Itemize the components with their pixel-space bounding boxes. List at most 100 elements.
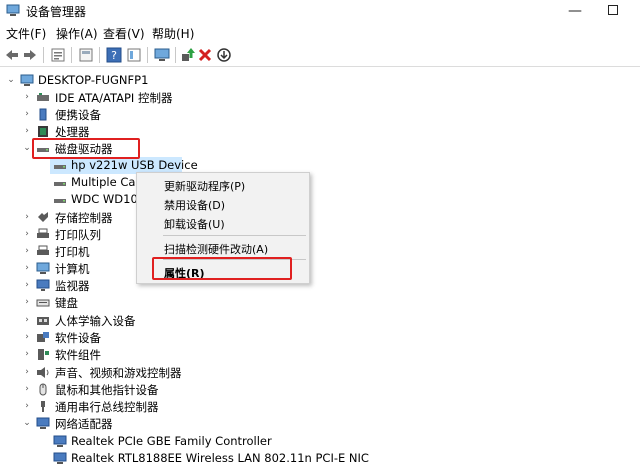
tree-item-mouse[interactable]: › 鼠标和其他指针设备 xyxy=(0,381,640,398)
chevron-right-icon[interactable]: › xyxy=(22,297,32,307)
tree-item-realtek-wireless[interactable]: Realtek RTL8188EE Wireless LAN 802.11n P… xyxy=(50,450,369,465)
tree-item-label: 打印队列 xyxy=(55,228,101,242)
back-arrow-icon[interactable] xyxy=(3,46,21,64)
highlight-box-disk-drives xyxy=(32,138,140,159)
menu-file[interactable]: 文件(F) xyxy=(6,25,46,42)
chevron-right-icon[interactable]: › xyxy=(22,92,32,102)
storage-controller-icon xyxy=(38,212,48,222)
chevron-right-icon[interactable]: › xyxy=(22,212,32,222)
tree-item-sound[interactable]: › 声音、视频和游戏控制器 xyxy=(0,364,640,381)
view-icon[interactable] xyxy=(77,46,95,64)
chevron-right-icon[interactable]: › xyxy=(22,367,32,377)
title-bar: 设备管理器 — xyxy=(0,0,640,22)
network-adapter-icon xyxy=(53,435,67,447)
tree-item-portable[interactable]: › 便携设备 xyxy=(0,106,640,123)
portable-device-icon xyxy=(39,108,47,121)
panel-icon[interactable] xyxy=(125,46,143,64)
menu-item-scan-hardware[interactable]: 扫描检测硬件改动(A) xyxy=(164,241,268,257)
tree-item-wdc[interactable]: WDC WD10S xyxy=(50,191,145,208)
keyboard-icon xyxy=(36,299,50,307)
menu-view[interactable]: 查看(V) xyxy=(103,25,145,42)
software-component-icon xyxy=(38,349,49,360)
menu-separator xyxy=(163,235,306,236)
chevron-right-icon[interactable]: › xyxy=(22,349,32,359)
mouse-icon xyxy=(39,383,47,396)
chevron-right-icon[interactable]: › xyxy=(22,332,32,342)
chevron-down-icon[interactable]: ⌄ xyxy=(22,143,32,153)
properties-icon[interactable] xyxy=(49,46,67,64)
tree-item-computer[interactable]: › 计算机 xyxy=(0,260,640,277)
svg-text:?: ? xyxy=(111,49,117,62)
tree-item-label: 打印机 xyxy=(55,245,90,259)
tree-item-software-components[interactable]: › 软件组件 xyxy=(0,346,640,363)
tree-item-ide[interactable]: › IDE ATA/ATAPI 控制器 xyxy=(0,89,640,106)
processor-icon xyxy=(38,126,48,137)
printer-icon xyxy=(37,228,49,238)
software-device-icon xyxy=(37,332,49,342)
forward-arrow-icon[interactable] xyxy=(21,46,39,64)
chevron-right-icon[interactable]: › xyxy=(22,280,32,290)
menu-item-update-driver[interactable]: 更新驱动程序(P) xyxy=(164,178,245,194)
update-driver-icon[interactable] xyxy=(179,46,197,64)
network-adapter-icon xyxy=(36,417,50,429)
menu-action[interactable]: 操作(A) xyxy=(56,25,98,42)
tree-item-monitors[interactable]: › 监视器 xyxy=(0,277,640,294)
menu-bar: 文件(F) 操作(A) 查看(V) 帮助(H) xyxy=(0,22,640,42)
toolbar-separator xyxy=(99,47,100,63)
chevron-right-icon[interactable]: › xyxy=(22,246,32,256)
printer-icon xyxy=(37,245,49,255)
chevron-right-icon[interactable]: › xyxy=(22,401,32,411)
disk-drive-icon xyxy=(54,182,66,186)
help-icon[interactable]: ? xyxy=(105,46,123,64)
scan-icon[interactable] xyxy=(215,46,233,64)
tree-item-hid[interactable]: › 人体学输入设备 xyxy=(0,312,640,329)
chevron-right-icon[interactable]: › xyxy=(22,263,32,273)
tree-item-realtek-gbe[interactable]: Realtek PCIe GBE Family Controller xyxy=(50,433,272,450)
menu-help[interactable]: 帮助(H) xyxy=(152,25,194,42)
tree-root[interactable]: ⌄ DESKTOP-FUGNFP1 xyxy=(0,72,640,89)
menu-item-disable-device[interactable]: 禁用设备(D) xyxy=(164,197,225,213)
tree-item-label: 监视器 xyxy=(55,279,90,293)
monitor-icon[interactable] xyxy=(153,46,171,64)
tree-item-label: 软件设备 xyxy=(55,331,101,345)
tree-item-storage-controllers[interactable]: › 存储控制器 xyxy=(0,209,640,226)
tree-item-label: 人体学输入设备 xyxy=(55,314,136,328)
menu-item-uninstall-device[interactable]: 卸载设备(U) xyxy=(164,216,225,232)
tree-item-multiple-card[interactable]: Multiple Card xyxy=(50,174,147,191)
toolbar-separator xyxy=(43,47,44,63)
tree-item-printers[interactable]: › 打印机 xyxy=(0,243,640,260)
maximize-icon xyxy=(608,5,618,15)
chevron-right-icon[interactable]: › xyxy=(22,126,32,136)
tree-item-print-queue[interactable]: › 打印队列 xyxy=(0,226,640,243)
highlight-box-properties xyxy=(152,257,292,280)
disk-drive-icon xyxy=(54,199,66,203)
tree-item-keyboards[interactable]: › 键盘 xyxy=(0,294,640,311)
tree-item-label: IDE ATA/ATAPI 控制器 xyxy=(55,91,173,105)
tree-item-label: hp v221w USB Device xyxy=(71,158,198,172)
tree-root-label: DESKTOP-FUGNFP1 xyxy=(38,73,149,87)
chevron-down-icon[interactable]: ⌄ xyxy=(22,418,32,428)
ide-controller-icon xyxy=(37,93,49,101)
tree-item-usb[interactable]: › 通用串行总线控制器 xyxy=(0,398,640,415)
chevron-down-icon[interactable]: ⌄ xyxy=(6,75,16,85)
maximize-button[interactable] xyxy=(598,0,628,22)
monitor-icon xyxy=(36,279,50,291)
chevron-right-icon[interactable]: › xyxy=(22,229,32,239)
toolbar: ? xyxy=(0,43,640,67)
tree-item-label: 便携设备 xyxy=(55,108,101,122)
uninstall-icon[interactable] xyxy=(196,46,214,64)
tree-item-network[interactable]: ⌄ 网络适配器 xyxy=(0,415,640,432)
tree-item-software-devices[interactable]: › 软件设备 xyxy=(0,329,640,346)
minimize-button[interactable]: — xyxy=(560,0,590,22)
hid-icon xyxy=(37,317,49,325)
chevron-right-icon[interactable]: › xyxy=(22,109,32,119)
computer-icon xyxy=(20,74,34,86)
toolbar-separator xyxy=(147,47,148,63)
tree-item-label: Realtek RTL8188EE Wireless LAN 802.11n P… xyxy=(71,451,369,465)
tree-item-label: 鼠标和其他指针设备 xyxy=(55,383,159,397)
network-adapter-icon xyxy=(53,452,67,464)
chevron-right-icon[interactable]: › xyxy=(22,384,32,394)
device-manager-icon xyxy=(6,4,20,16)
chevron-right-icon[interactable]: › xyxy=(22,315,32,325)
tree-item-label: 声音、视频和游戏控制器 xyxy=(55,366,182,380)
